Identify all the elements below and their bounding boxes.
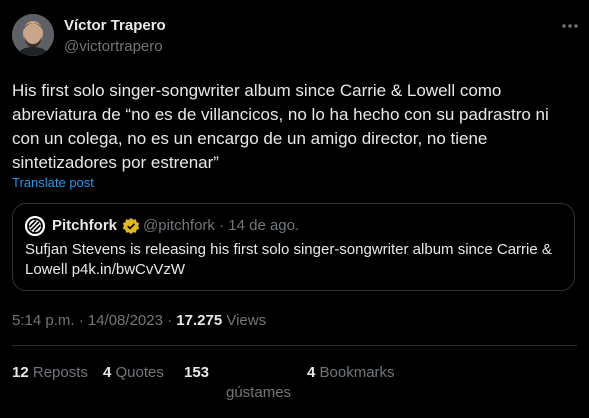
bookmarks-label: Bookmarks bbox=[315, 364, 395, 381]
likes-label[interactable]: gústames bbox=[226, 384, 291, 401]
quotes-stat[interactable]: 4 Quotes bbox=[103, 364, 164, 381]
views-count: 17.275 bbox=[176, 312, 223, 329]
author-handle[interactable]: @victortrapero bbox=[64, 38, 163, 55]
tweet-datetime[interactable]: 5:14 p.m. · 14/08/2023 · bbox=[12, 312, 176, 329]
quotes-label: Quotes bbox=[111, 364, 164, 381]
views-label: Views bbox=[222, 312, 267, 329]
quoted-tweet-card[interactable]: Pitchfork @pitchfork · 14 de ago. Sufjan… bbox=[12, 203, 575, 291]
tweet-meta: 5:14 p.m. · 14/08/2023 · 17.275 Views bbox=[12, 312, 266, 329]
bookmarks-stat[interactable]: 4 Bookmarks bbox=[307, 364, 395, 381]
tweet-text: His first solo singer-songwriter album s… bbox=[12, 81, 549, 172]
likes-stat[interactable]: 153 bbox=[184, 364, 209, 381]
pitchfork-logo-icon bbox=[25, 216, 45, 236]
translate-post-link[interactable]: Translate post bbox=[12, 175, 94, 190]
reposts-stat[interactable]: 12 Reposts bbox=[12, 364, 88, 381]
author-name[interactable]: Víctor Trapero bbox=[64, 17, 166, 34]
avatar[interactable] bbox=[12, 14, 54, 56]
verified-badge-icon bbox=[122, 217, 140, 235]
quote-text: Sufjan Stevens is releasing his first so… bbox=[25, 241, 552, 278]
quote-handle-date: @pitchfork · 14 de ago. bbox=[143, 217, 300, 234]
divider bbox=[12, 345, 577, 346]
avatar-image bbox=[12, 14, 54, 56]
more-dots-icon[interactable] bbox=[560, 16, 580, 36]
reposts-label: Reposts bbox=[28, 364, 88, 381]
reposts-count: 12 bbox=[12, 364, 29, 381]
likes-count: 153 bbox=[184, 364, 210, 381]
quote-author-name: Pitchfork bbox=[52, 217, 118, 234]
